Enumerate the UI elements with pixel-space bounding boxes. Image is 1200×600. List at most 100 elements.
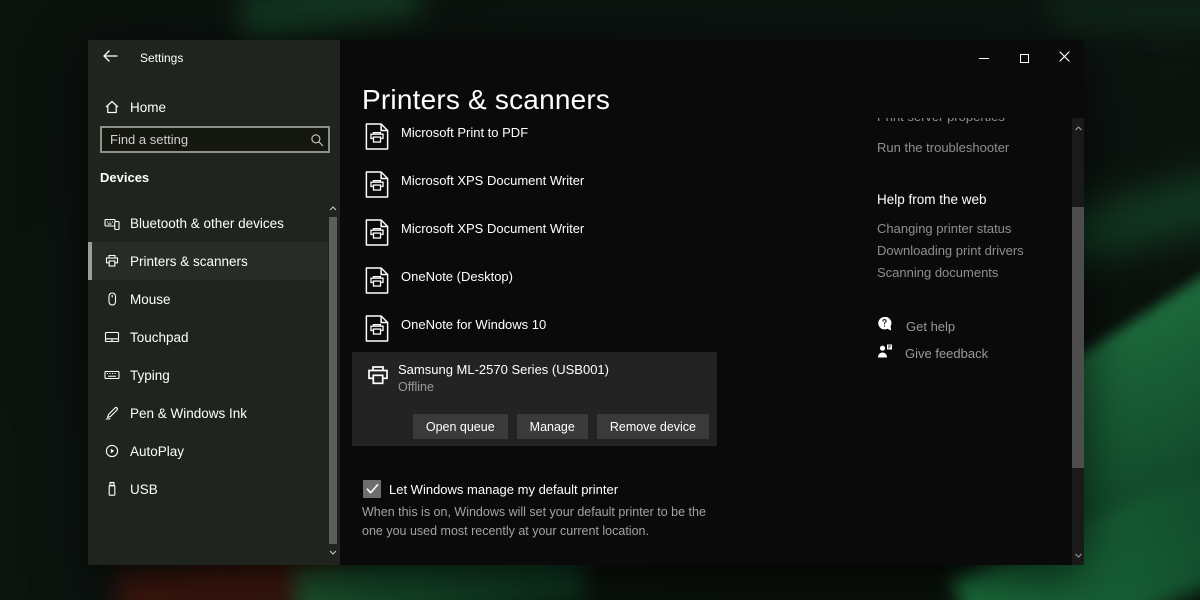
- sidebar-item-autoplay[interactable]: AutoPlay: [88, 432, 328, 470]
- main-scroll-viewport: Microsoft Print to PDF Microsoft XPS Doc…: [340, 118, 1072, 565]
- sidebar-item-label: Mouse: [130, 292, 171, 307]
- printer-row[interactable]: Microsoft Print to PDF: [365, 120, 584, 168]
- printer-icon: [104, 253, 120, 269]
- main-scrollbar: [1072, 118, 1084, 565]
- checkmark-icon: [366, 483, 379, 495]
- search-icon: [306, 133, 328, 147]
- manage-button[interactable]: Manage: [517, 414, 588, 439]
- sidebar-item-home[interactable]: Home: [88, 90, 326, 124]
- pen-icon: [104, 405, 120, 421]
- titlebar: Settings: [88, 40, 1084, 76]
- printer-list: Microsoft Print to PDF Microsoft XPS Doc…: [365, 120, 584, 360]
- selected-printer-card[interactable]: Samsung ML-2570 Series (USB001) Offline …: [352, 352, 717, 446]
- printer-name: Microsoft XPS Document Writer: [401, 173, 584, 188]
- window-title: Settings: [140, 51, 183, 65]
- run-troubleshooter-link[interactable]: Run the troubleshooter: [877, 140, 1009, 155]
- sidebar-item-printers[interactable]: Printers & scanners: [88, 242, 328, 280]
- sidebar-section-heading: Devices: [100, 170, 149, 185]
- search-input[interactable]: [102, 132, 306, 147]
- scroll-down-arrow-icon[interactable]: [1072, 549, 1084, 561]
- sidebar-item-typing[interactable]: Typing: [88, 356, 328, 394]
- sidebar-scrollbar: [328, 202, 338, 558]
- desktop: Settings Home: [0, 0, 1200, 600]
- sidebar-item-label: Printers & scanners: [130, 254, 248, 269]
- main-content: Printers & scanners Microsoft Print to P…: [340, 40, 1084, 565]
- scroll-up-arrow-icon[interactable]: [328, 202, 338, 214]
- autoplay-icon: [104, 443, 120, 459]
- default-printer-description: When this is on, Windows will set your d…: [362, 503, 726, 541]
- page-title: Printers & scanners: [362, 84, 610, 116]
- scroll-down-arrow-icon[interactable]: [328, 546, 338, 558]
- wallpaper-shape: [1050, 0, 1200, 34]
- printer-status: Offline: [398, 380, 434, 394]
- caption-buttons: [964, 40, 1084, 76]
- sidebar-item-label: Typing: [130, 368, 170, 383]
- minimize-icon: [979, 58, 989, 59]
- sidebar-item-usb[interactable]: USB: [88, 470, 328, 508]
- feedback-icon: [877, 343, 893, 364]
- scrollbar-thumb[interactable]: [329, 217, 337, 544]
- minimize-button[interactable]: [964, 40, 1004, 76]
- printer-name: Microsoft XPS Document Writer: [401, 221, 584, 236]
- sidebar-item-pen[interactable]: Pen & Windows Ink: [88, 394, 328, 432]
- printer-name: Microsoft Print to PDF: [401, 125, 528, 140]
- keyboard-icon: [104, 367, 120, 383]
- printer-row[interactable]: OneNote (Desktop): [365, 264, 584, 312]
- printer-document-icon: [365, 170, 389, 204]
- back-arrow-icon: [102, 49, 118, 68]
- help-link[interactable]: Downloading print drivers: [877, 243, 1024, 258]
- sidebar-item-bluetooth[interactable]: Bluetooth & other devices: [88, 204, 328, 242]
- default-printer-label: Let Windows manage my default printer: [389, 482, 618, 497]
- help-link[interactable]: Scanning documents: [877, 265, 998, 280]
- mouse-icon: [104, 291, 120, 307]
- printer-document-icon: [365, 218, 389, 252]
- touchpad-icon: [104, 329, 120, 345]
- settings-window: Settings Home: [88, 40, 1084, 565]
- sidebar-item-touchpad[interactable]: Touchpad: [88, 318, 328, 356]
- printer-actions: Open queue Manage Remove device: [413, 414, 709, 439]
- devices-icon: [104, 215, 120, 231]
- sidebar-nav: Bluetooth & other devices Printers & sca…: [88, 204, 328, 508]
- close-button[interactable]: [1044, 40, 1084, 76]
- printer-document-icon: [365, 314, 389, 348]
- default-printer-checkbox-row[interactable]: Let Windows manage my default printer: [363, 480, 618, 498]
- remove-device-button[interactable]: Remove device: [597, 414, 709, 439]
- sidebar-item-label: Pen & Windows Ink: [130, 406, 247, 421]
- wallpaper-shape: [238, 0, 423, 42]
- maximize-button[interactable]: [1004, 40, 1044, 76]
- checkbox-checked[interactable]: [363, 480, 381, 498]
- sidebar-item-label: AutoPlay: [130, 444, 184, 459]
- printer-name: OneNote for Windows 10: [401, 317, 546, 332]
- maximize-icon: [1020, 54, 1029, 63]
- printer-document-icon: [365, 122, 389, 156]
- printer-row[interactable]: Microsoft XPS Document Writer: [365, 168, 584, 216]
- printer-name: OneNote (Desktop): [401, 269, 513, 284]
- close-icon: [1059, 49, 1070, 67]
- scroll-up-arrow-icon[interactable]: [1072, 122, 1084, 134]
- sidebar: Home Devices Bluetooth & other devices: [88, 40, 340, 565]
- usb-icon: [104, 481, 120, 497]
- sidebar-item-label: Touchpad: [130, 330, 189, 345]
- chat-help-icon: [877, 316, 894, 337]
- home-icon: [104, 99, 120, 115]
- support-link-label: Give feedback: [905, 346, 988, 361]
- selection-indicator: [88, 242, 92, 280]
- sidebar-item-label: USB: [130, 482, 158, 497]
- back-button[interactable]: [98, 47, 122, 69]
- give-feedback-link[interactable]: Give feedback: [877, 343, 988, 364]
- selected-printer-name: Samsung ML-2570 Series (USB001): [398, 362, 609, 377]
- sidebar-item-mouse[interactable]: Mouse: [88, 280, 328, 318]
- printer-document-icon: [365, 266, 389, 300]
- print-server-properties-link[interactable]: Print server properties: [877, 118, 1005, 124]
- get-help-link[interactable]: Get help: [877, 316, 955, 337]
- help-link[interactable]: Changing printer status: [877, 221, 1011, 236]
- printer-device-icon: [365, 363, 391, 394]
- printer-row[interactable]: Microsoft XPS Document Writer: [365, 216, 584, 264]
- sidebar-item-label: Bluetooth & other devices: [130, 216, 284, 231]
- scrollbar-thumb[interactable]: [1072, 207, 1084, 468]
- sidebar-home-label: Home: [130, 100, 166, 115]
- search-box: [100, 126, 330, 153]
- help-from-web-heading: Help from the web: [877, 192, 987, 207]
- open-queue-button[interactable]: Open queue: [413, 414, 508, 439]
- support-link-label: Get help: [906, 319, 955, 334]
